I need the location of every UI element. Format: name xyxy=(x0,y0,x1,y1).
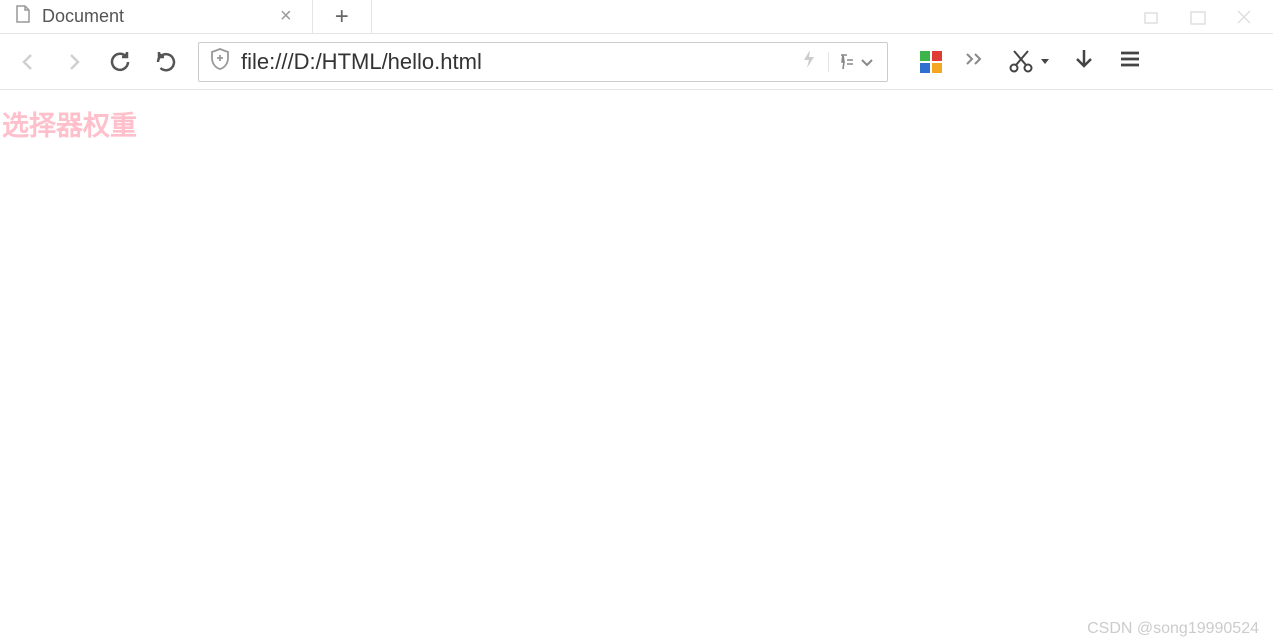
url-input[interactable] xyxy=(241,49,792,75)
dropdown-caret-icon[interactable] xyxy=(1040,58,1050,66)
window-controls xyxy=(1143,8,1273,26)
window-minimize-icon[interactable] xyxy=(1143,8,1161,26)
page-icon xyxy=(14,4,32,29)
tab-title: Document xyxy=(42,6,124,27)
bolt-icon[interactable] xyxy=(802,48,816,76)
browser-tab[interactable]: Document × xyxy=(0,0,313,33)
microsoft-logo-icon[interactable] xyxy=(920,51,942,73)
chevron-down-icon xyxy=(857,52,877,72)
page-content: 选择器权重 xyxy=(0,90,1273,157)
scissors-icon xyxy=(1008,49,1034,75)
plus-icon: + xyxy=(335,3,349,31)
forward-icon xyxy=(63,51,85,73)
back-button[interactable] xyxy=(14,48,42,76)
undo-icon xyxy=(153,49,179,75)
window-maximize-icon[interactable] xyxy=(1189,8,1207,26)
watermark: CSDN @song19990524 xyxy=(1087,620,1259,638)
url-bar-right xyxy=(802,48,877,76)
shield-icon[interactable] xyxy=(209,47,231,76)
reload-button[interactable] xyxy=(106,48,134,76)
navigation-bar xyxy=(0,34,1273,90)
window-close-icon[interactable] xyxy=(1235,8,1253,26)
back-icon xyxy=(17,51,39,73)
address-bar[interactable] xyxy=(198,42,888,82)
download-icon xyxy=(1072,47,1096,71)
funnel-icon xyxy=(839,52,855,72)
reload-icon xyxy=(107,49,133,75)
toolbar-right xyxy=(920,47,1142,76)
close-icon[interactable]: × xyxy=(274,5,298,28)
more-icon[interactable] xyxy=(964,51,986,72)
new-tab-button[interactable]: + xyxy=(313,0,372,33)
url-dropdown[interactable] xyxy=(828,52,877,72)
menu-button[interactable] xyxy=(1118,48,1142,75)
undo-button[interactable] xyxy=(152,48,180,76)
download-button[interactable] xyxy=(1072,47,1096,76)
menu-icon xyxy=(1118,48,1142,70)
content-heading: 选择器权重 xyxy=(2,104,1271,143)
scissors-tool[interactable] xyxy=(1008,49,1050,75)
tab-bar: Document × + xyxy=(0,0,1273,34)
forward-button[interactable] xyxy=(60,48,88,76)
